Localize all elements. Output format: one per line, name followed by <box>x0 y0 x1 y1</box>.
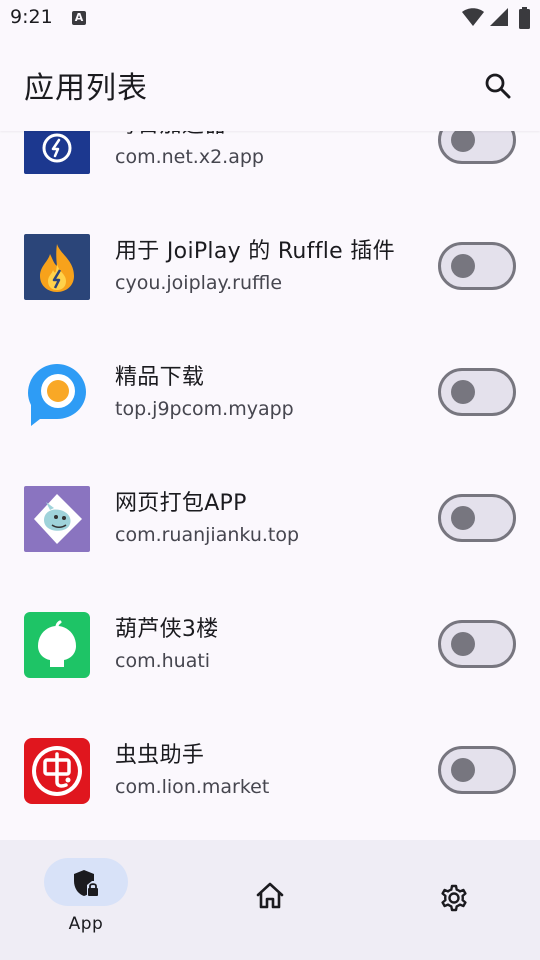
p-logo-icon <box>24 360 90 426</box>
mascot-icon <box>24 486 90 552</box>
app-name: 虫虫助手 <box>115 743 205 768</box>
nav-indicator <box>44 858 128 906</box>
status-bar: 9:21 A <box>0 0 540 36</box>
chong-logo-icon <box>24 738 90 804</box>
nav-item-home[interactable] <box>246 872 294 920</box>
search-button[interactable] <box>472 60 524 112</box>
toggle-thumb <box>451 254 475 278</box>
toggle-thumb <box>451 632 475 656</box>
app-package: com.net.x2.app <box>115 146 264 168</box>
shield-lock-icon <box>74 870 98 896</box>
enable-toggle[interactable] <box>438 620 516 668</box>
app-package: top.j9pcom.myapp <box>115 398 294 420</box>
list-item[interactable]: 精品下载 top.j9pcom.myapp <box>0 360 540 486</box>
app-package: com.lion.market <box>115 776 270 798</box>
app-package: com.huati <box>115 650 211 672</box>
status-time: 9:21 <box>10 6 53 28</box>
app-name: 网页打包APP <box>115 491 247 516</box>
list-item[interactable]: 网页打包APP com.ruanjianku.top <box>0 486 540 612</box>
search-icon <box>485 73 511 99</box>
app-bar: 应用列表 <box>0 36 540 131</box>
toggle-thumb <box>451 128 475 152</box>
home-icon <box>256 882 284 909</box>
toggle-thumb <box>451 380 475 404</box>
app-package: cyou.joiplay.ruffle <box>115 272 283 294</box>
page-title: 应用列表 <box>24 71 148 106</box>
app-package: com.ruanjianku.top <box>115 524 300 546</box>
signal-icon <box>489 7 509 31</box>
app-name: 精品下载 <box>115 365 205 390</box>
nav-item-settings[interactable] <box>430 874 478 922</box>
bottom-navigation: App <box>0 840 540 960</box>
enable-toggle[interactable] <box>438 242 516 290</box>
flame-icon <box>24 234 90 300</box>
enable-toggle[interactable] <box>438 494 516 542</box>
notification-a-icon: A <box>72 11 86 25</box>
toggle-thumb <box>451 758 475 782</box>
enable-toggle[interactable] <box>438 368 516 416</box>
app-name: 葫芦侠3楼 <box>115 617 219 642</box>
enable-toggle[interactable] <box>438 746 516 794</box>
app-name: 用于 JoiPlay 的 Ruffle 插件 <box>115 239 395 264</box>
screen: 每日加速器 com.net.x2.app 用于 JoiPlay 的 Ruffle… <box>0 0 540 960</box>
toggle-thumb <box>451 506 475 530</box>
nav-item-app[interactable]: App <box>22 852 150 948</box>
nav-item-label: App <box>68 914 104 934</box>
gear-icon <box>441 884 467 912</box>
battery-icon <box>519 7 530 33</box>
wifi-icon <box>462 7 484 31</box>
gourd-icon <box>24 612 90 678</box>
list-item[interactable]: 用于 JoiPlay 的 Ruffle 插件 cyou.joiplay.ruff… <box>0 234 540 360</box>
list-item[interactable]: 葫芦侠3楼 com.huati <box>0 612 540 738</box>
